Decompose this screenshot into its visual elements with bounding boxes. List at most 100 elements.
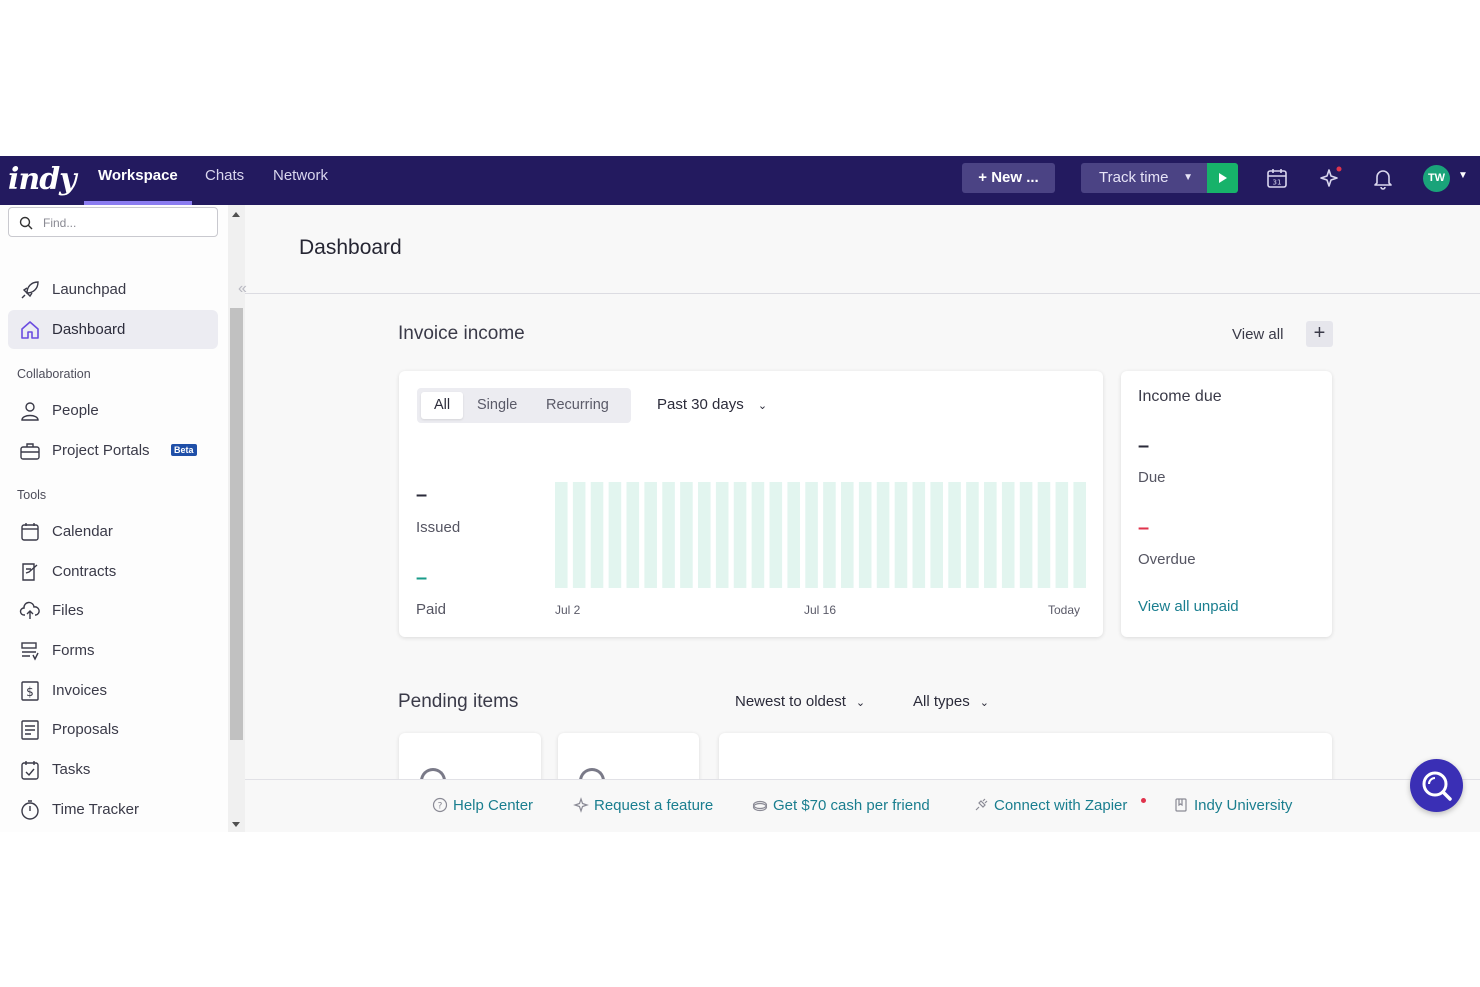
sidebar-item-invoices[interactable]: $ Invoices <box>8 671 218 710</box>
start-timer-button[interactable] <box>1207 163 1238 193</box>
chart-bar <box>805 482 818 588</box>
help-search-button[interactable] <box>1410 759 1463 812</box>
sidebar-item-label: Tasks <box>52 761 91 778</box>
sidebar-item-proposals[interactable]: Proposals <box>8 710 218 749</box>
date-range-dropdown[interactable]: Past 30 days ⌄ <box>657 396 767 413</box>
plug-icon <box>975 798 988 811</box>
paid-label: Paid <box>416 601 447 618</box>
footer-link-label: Get $70 cash per friend <box>773 797 930 814</box>
sidebar-item-forms[interactable]: Forms <box>8 631 218 670</box>
view-all-unpaid-link[interactable]: View all unpaid <box>1138 598 1239 615</box>
chevron-down-icon[interactable]: ▼ <box>1183 163 1193 193</box>
chart-bar <box>1055 482 1069 588</box>
chart-bar <box>858 482 872 588</box>
sidebar-item-dashboard[interactable]: Dashboard <box>8 310 218 349</box>
scroll-down-arrow-icon[interactable] <box>232 822 240 827</box>
question-icon: ? <box>432 797 448 813</box>
collapse-sidebar-icon[interactable]: « <box>238 280 247 298</box>
contract-icon <box>22 563 38 581</box>
request-feature-link[interactable]: Request a feature <box>573 797 713 814</box>
track-time-label: Track time <box>1099 169 1169 186</box>
add-invoice-button[interactable]: + <box>1306 321 1333 347</box>
tab-network[interactable]: Network <box>273 156 328 205</box>
type-filter-dropdown[interactable]: All types ⌄ <box>913 693 989 710</box>
referral-link[interactable]: Get $70 cash per friend <box>752 797 930 814</box>
sort-dropdown[interactable]: Newest to oldest ⌄ <box>735 693 865 710</box>
svg-text:$: $ <box>26 685 34 699</box>
search-input[interactable] <box>43 214 203 232</box>
segment-single[interactable]: Single <box>477 392 517 419</box>
chart-bar <box>1073 482 1086 588</box>
chart-bar <box>751 482 765 588</box>
indy-logo[interactable]: indy <box>8 162 77 198</box>
indy-university-link[interactable]: Indy University <box>1173 797 1292 814</box>
sidebar-item-label: Files <box>52 602 84 619</box>
bell-icon[interactable] <box>1371 166 1395 190</box>
section-heading-tools: Tools <box>17 488 47 502</box>
notification-dot <box>1141 798 1146 803</box>
track-time-button[interactable]: Track time ▼ <box>1081 163 1207 193</box>
chart-bar <box>590 482 604 588</box>
segment-all[interactable]: All <box>421 392 464 419</box>
tab-workspace[interactable]: Workspace <box>84 156 192 205</box>
chart-bar <box>1019 482 1033 588</box>
chart-bar <box>966 482 979 588</box>
chart-bar <box>662 482 675 588</box>
app-window: indy Workspace Chats Network + New ... T… <box>0 156 1480 832</box>
sidebar-item-label: Project Portals <box>52 442 150 459</box>
calendar-icon <box>21 523 39 541</box>
svg-text:?: ? <box>438 802 443 812</box>
chart-bar <box>698 482 711 588</box>
sidebar-item-calendar[interactable]: Calendar <box>8 512 218 551</box>
svg-text:31: 31 <box>1273 179 1282 187</box>
chart-bar <box>912 482 926 588</box>
income-due-title: Income due <box>1138 388 1222 405</box>
divider <box>245 293 1480 294</box>
tab-chats[interactable]: Chats <box>205 156 244 205</box>
sidebar-item-contracts[interactable]: Contracts <box>8 552 218 591</box>
x-tick-label: Today <box>1048 603 1081 617</box>
sidebar-item-files[interactable]: Files <box>8 591 218 630</box>
stopwatch-icon <box>21 800 39 820</box>
sidebar-item-project-portals[interactable]: Project Portals Beta <box>8 431 218 470</box>
income-due-card: Income due – Due – Overdue View all unpa… <box>1121 371 1332 637</box>
top-nav: indy Workspace Chats Network + New ... T… <box>0 156 1480 205</box>
scrollbar-thumb[interactable] <box>230 308 243 740</box>
new-button[interactable]: + New ... <box>962 163 1055 193</box>
sidebar-item-label: Time Tracker <box>52 801 139 818</box>
chart-bar <box>555 482 568 588</box>
search-icon <box>19 216 33 230</box>
proposal-icon <box>21 720 39 740</box>
chevron-down-icon[interactable]: ▼ <box>1458 170 1468 181</box>
chevron-down-icon: ⌄ <box>757 400 768 412</box>
chart-bar <box>930 482 943 588</box>
segment-recurring[interactable]: Recurring <box>546 392 609 419</box>
chart-bar <box>572 482 586 588</box>
sidebar-item-time-tracker[interactable]: Time Tracker <box>8 790 218 829</box>
chart-bar <box>1037 482 1051 588</box>
overdue-value: – <box>1138 517 1150 539</box>
help-center-link[interactable]: ? Help Center <box>432 797 533 814</box>
cash-icon <box>752 800 768 812</box>
x-tick-label: Jul 16 <box>804 603 837 617</box>
cloud-upload-icon <box>19 601 40 619</box>
sidebar-item-people[interactable]: People <box>8 391 218 430</box>
form-icon <box>21 642 39 661</box>
issued-label: Issued <box>416 519 461 536</box>
chevron-down-icon: ⌄ <box>855 697 866 709</box>
sparkle-icon[interactable] <box>1318 166 1342 190</box>
chart-bar <box>787 482 800 588</box>
zapier-link[interactable]: Connect with Zapier <box>973 797 1127 814</box>
chart-bar <box>894 482 908 588</box>
scroll-up-arrow-icon[interactable] <box>232 212 240 217</box>
view-all-link[interactable]: View all <box>1232 326 1283 343</box>
sidebar-item-label: Launchpad <box>52 281 127 298</box>
avatar[interactable]: TW <box>1423 165 1450 192</box>
footer: ? Help Center Request a feature Get $70 c… <box>245 779 1480 832</box>
sidebar-item-label: Contracts <box>52 563 117 580</box>
sidebar-item-tasks[interactable]: Tasks <box>8 750 218 789</box>
sidebar-item-launchpad[interactable]: Launchpad <box>8 270 218 309</box>
chevron-down-icon: ⌄ <box>979 697 989 709</box>
search-box[interactable] <box>8 207 218 237</box>
calendar-icon[interactable]: 31 <box>1265 166 1289 190</box>
